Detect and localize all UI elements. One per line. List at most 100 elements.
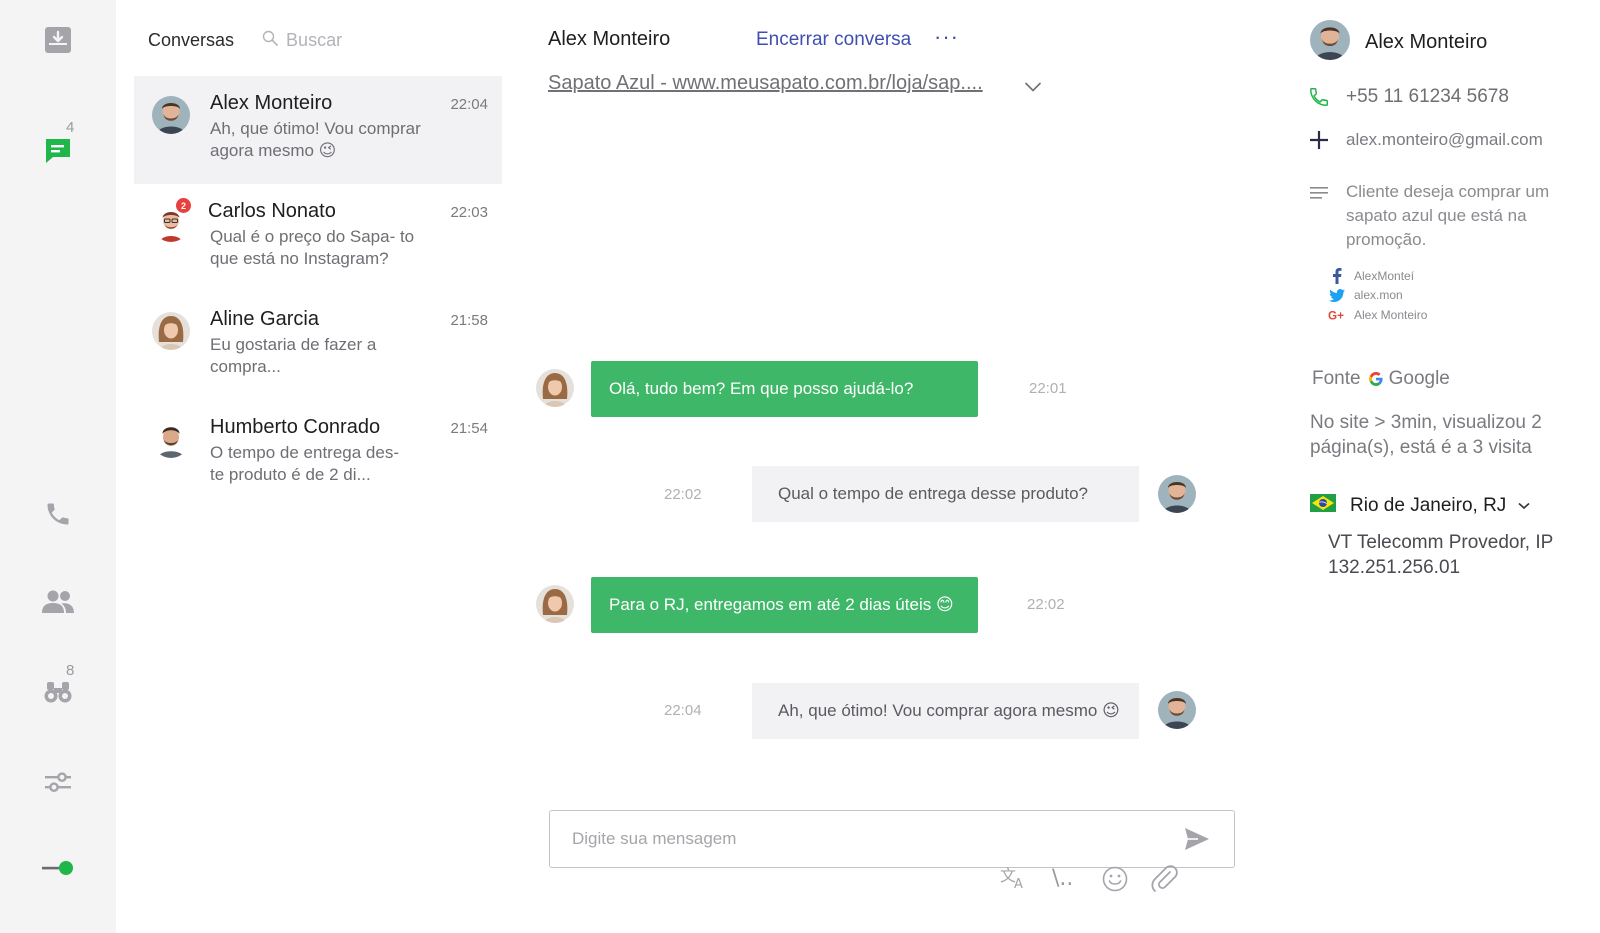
twitter-icon (1328, 288, 1346, 302)
more-options-button[interactable]: ··· (934, 24, 959, 50)
emoji-icon[interactable] (1102, 866, 1128, 897)
contact-phone-row[interactable]: +55 11 61234 5678 (1306, 86, 1509, 108)
lead-source: Fonte Google (1312, 368, 1450, 390)
translate-icon[interactable]: 文 A (1000, 866, 1028, 895)
conversation-name: Humberto Conrado (210, 416, 381, 438)
agent-avatar (536, 585, 574, 623)
conversations-title: Conversas (148, 29, 235, 50)
contact-note-row: Cliente deseja comprar um sapato azul qu… (1306, 180, 1586, 252)
location-dropdown[interactable]: Rio de Janeiro, RJ (1310, 494, 1530, 517)
contact-name: Alex Monteiro (1365, 31, 1488, 53)
contact-note: Cliente deseja comprar um sapato azul qu… (1346, 182, 1550, 249)
phone-icon (1306, 86, 1332, 108)
contact-avatar (1310, 20, 1350, 60)
customer-avatar (1158, 475, 1196, 513)
google-plus-link[interactable]: G+ Alex Monteiro (1328, 308, 1427, 322)
chat-panel: Alex Monteiro Encerrar conversa ··· Sapa… (506, 0, 1236, 933)
phone-icon (44, 500, 72, 528)
conversation-name: Aline Garcia (210, 308, 319, 330)
message-bubble-incoming: Qual o tempo de entrega desse produto? (752, 466, 1139, 522)
message-text: Ah, que ótimo! Vou comprar agora mesmo 😉 (778, 701, 1120, 720)
unread-badge: 2 (176, 198, 191, 213)
search-input[interactable] (286, 29, 427, 51)
conversation-header: Conversas (148, 28, 427, 52)
avatar (152, 420, 190, 458)
visit-summary: No site > 3min, visualizou 2 página(s), … (1310, 412, 1542, 458)
plus-icon (1306, 130, 1332, 150)
chat-count: 4 (66, 119, 75, 136)
online-status-icon (41, 860, 75, 876)
message-text: Olá, tudo bem? Em que posso ajudá-lo? (609, 379, 914, 398)
chat-contact-name: Alex Monteiro (548, 28, 671, 50)
monitor-count: 8 (66, 662, 75, 679)
message-bubble-incoming: Ah, que ótimo! Vou comprar agora mesmo 😉 (752, 683, 1139, 739)
chevron-down-icon (1518, 502, 1530, 510)
sliders-icon (44, 769, 72, 795)
location-text: Rio de Janeiro, RJ (1350, 494, 1507, 516)
left-rail: 4 8 (0, 0, 116, 933)
contact-email-row[interactable]: alex.monteiro@gmail.com (1306, 130, 1543, 150)
conversation-snippet: O tempo de entrega des- te produto é de … (210, 443, 400, 484)
conversation-item-aline[interactable]: Aline Garcia 21:58 Eu gostaria de fazer … (134, 292, 502, 400)
facebook-link[interactable]: AlexMonteí (1328, 268, 1414, 284)
avatar (152, 96, 190, 134)
send-icon[interactable] (1184, 827, 1210, 856)
message-time: 22:01 (1029, 380, 1067, 397)
conversation-time: 22:03 (450, 204, 488, 221)
facebook-icon (1328, 268, 1346, 284)
message-time: 22:04 (664, 702, 702, 719)
conversation-time: 21:54 (450, 420, 488, 437)
conversation-panel: Conversas Alex Mont (116, 0, 506, 933)
monitor-button[interactable] (0, 662, 116, 722)
search-icon (262, 30, 278, 51)
message-bubble-outgoing: Olá, tudo bem? Em que posso ajudá-lo? (591, 361, 978, 417)
google-plus-icon: G+ (1328, 308, 1346, 323)
message-time: 22:02 (1027, 596, 1065, 613)
conversation-item-humberto[interactable]: Humberto Conrado 21:54 O tempo de entreg… (134, 400, 502, 508)
conversation-item-carlos[interactable]: 2 Carlos Nonato 22:03 Qual é o preço do … (134, 184, 502, 292)
google-plus-handle: Alex Monteiro (1354, 308, 1428, 322)
chevron-down-icon[interactable] (1024, 80, 1042, 98)
settings-button[interactable] (0, 752, 116, 812)
contacts-button[interactable] (0, 572, 116, 632)
conversation-snippet: Qual é o preço do Sapa- to que está no I… (210, 227, 415, 268)
people-icon (41, 589, 75, 615)
conversation-list: Alex Monteiro 22:04 Ah, que ótimo! Vou c… (134, 76, 502, 508)
svg-text:G+: G+ (1328, 310, 1344, 323)
inbox-button[interactable] (0, 10, 116, 70)
google-icon (1368, 372, 1383, 386)
avatar (152, 312, 190, 350)
message-time: 22:02 (664, 486, 702, 503)
svg-text:A: A (1014, 877, 1023, 890)
facebook-handle: AlexMonteí (1354, 269, 1415, 283)
message-composer (549, 810, 1235, 868)
notes-lines-icon (1306, 180, 1332, 202)
conversation-snippet: Ah, que ótimo! Vou comprar agora mesmo 😉 (210, 119, 421, 160)
conversation-time: 22:04 (450, 96, 488, 113)
conversation-snippet: Eu gostaria de fazer a compra... (210, 335, 377, 376)
contact-phone: +55 11 61234 5678 (1346, 86, 1509, 107)
status-toggle[interactable] (0, 838, 116, 898)
conversation-item-alex[interactable]: Alex Monteiro 22:04 Ah, que ótimo! Vou c… (134, 76, 502, 184)
brazil-flag-icon (1310, 494, 1336, 517)
attachment-icon[interactable] (1150, 864, 1178, 897)
isp-info: VT Telecomm Provedor, IP 132.251.256.01 (1328, 532, 1553, 578)
conversation-name: Carlos Nonato (208, 200, 336, 222)
inbox-download-icon (44, 26, 72, 54)
twitter-link[interactable]: alex.mon (1328, 288, 1403, 302)
contact-email: alex.monteiro@gmail.com (1346, 130, 1543, 149)
shortcuts-button[interactable]: \.. (1052, 866, 1073, 891)
message-text: Para o RJ, entregamos em até 2 dias útei… (609, 595, 954, 614)
message-input[interactable] (572, 827, 1132, 851)
chats-button[interactable] (0, 120, 116, 180)
end-conversation-button[interactable]: Encerrar conversa (756, 29, 911, 51)
source-label: Fonte (1312, 368, 1361, 389)
binoculars-icon (43, 680, 73, 704)
product-link[interactable]: Sapato Azul - www.meusapato.com.br/loja/… (548, 72, 983, 95)
chat-bubble-icon (44, 136, 72, 164)
calls-button[interactable] (0, 484, 116, 544)
contact-info-panel: Alex Monteiro +55 11 61234 5678 alex.mon… (1270, 0, 1600, 933)
source-value: Google (1388, 368, 1450, 389)
search-box (262, 29, 427, 51)
conversation-name: Alex Monteiro (210, 92, 333, 114)
